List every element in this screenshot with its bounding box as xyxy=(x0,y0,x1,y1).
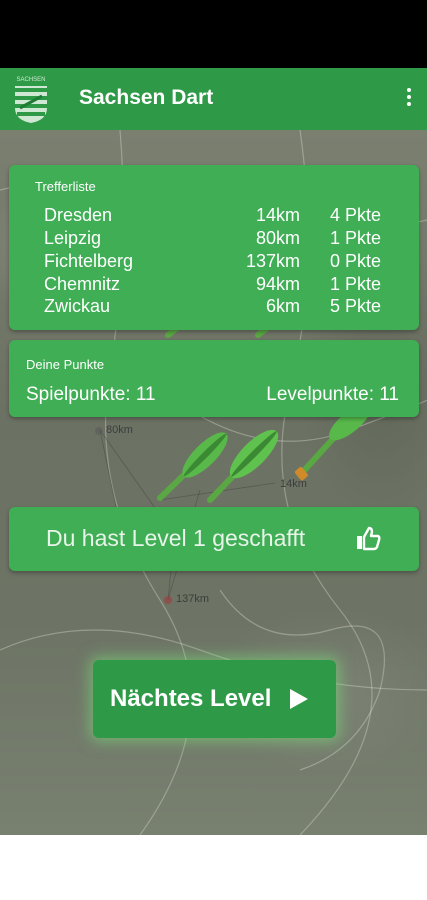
more-vert-icon[interactable] xyxy=(405,88,413,110)
hit-distance: 14km xyxy=(255,205,300,225)
hit-city: Chemnitz xyxy=(44,274,121,294)
svg-text:SACHSEN: SACHSEN xyxy=(16,77,45,83)
play-icon xyxy=(289,688,309,710)
hit-distance: 80km xyxy=(255,228,300,248)
level-points: Levelpunkte: 11 xyxy=(266,384,399,405)
hit-row: Zwickau 6km 5 Pkte xyxy=(44,296,384,319)
hit-points: 1 Pkte xyxy=(330,274,382,294)
hit-list-panel: Trefferliste Dresden 14km 4 Pkte Leipzig… xyxy=(9,165,419,330)
hit-list-caption: Trefferliste xyxy=(35,179,96,194)
leipzig-distance-label: 80km xyxy=(106,424,133,436)
score-panel: Deine Punkte Spielpunkte: 11 Levelpunkte… xyxy=(9,340,419,417)
hit-distance: 6km xyxy=(265,296,300,316)
thumbs-up-icon xyxy=(355,525,381,551)
hit-points: 0 Pkte xyxy=(330,251,382,271)
app-bar: SACHSEN Sachsen Dart xyxy=(0,68,427,130)
hit-row: Chemnitz 94km 1 Pkte xyxy=(44,274,384,297)
hit-points: 4 Pkte xyxy=(330,205,382,225)
hit-row: Fichtelberg 137km 0 Pkte xyxy=(44,251,384,274)
dresden-distance-label: 14km xyxy=(280,478,307,490)
saxony-coat-of-arms-icon: SACHSEN xyxy=(12,74,50,124)
hit-city: Fichtelberg xyxy=(44,251,134,271)
hit-city: Zwickau xyxy=(44,296,111,316)
next-level-button[interactable]: Nächtes Level xyxy=(93,660,336,738)
hit-distance: 94km xyxy=(255,274,300,294)
hit-distance: 137km xyxy=(245,251,300,271)
hit-city: Dresden xyxy=(44,205,113,225)
next-level-label: Nächtes Level xyxy=(110,685,272,712)
fichtelberg-distance-label: 137km xyxy=(176,593,210,605)
hit-points: 1 Pkte xyxy=(330,228,382,248)
fichtelberg-marker xyxy=(164,596,172,604)
game-points: Spielpunkte: 11 xyxy=(26,384,156,405)
hit-row: Leipzig 80km 1 Pkte xyxy=(44,228,384,251)
level-result-text: Du hast Level 1 geschafft xyxy=(46,525,306,551)
hit-row: Dresden 14km 4 Pkte xyxy=(44,205,384,228)
hit-city: Leipzig xyxy=(44,228,102,248)
leipzig-marker xyxy=(95,427,103,435)
bottom-area xyxy=(0,835,427,900)
app-title: Sachsen Dart xyxy=(79,86,214,109)
level-result-banner: Du hast Level 1 geschafft xyxy=(9,507,419,571)
score-caption: Deine Punkte xyxy=(26,357,105,372)
status-bar xyxy=(0,0,427,68)
hit-points: 5 Pkte xyxy=(330,296,382,316)
